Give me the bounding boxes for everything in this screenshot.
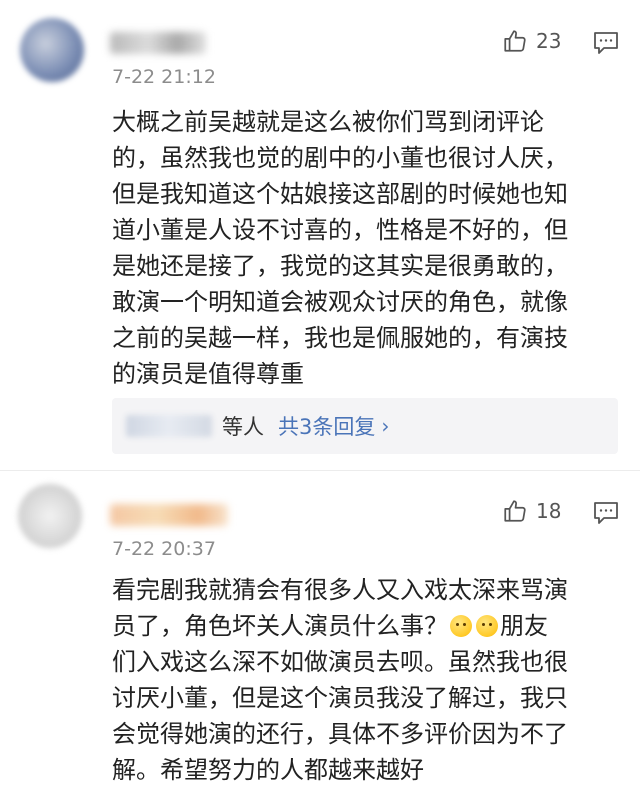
username-blurred[interactable]: [110, 504, 228, 526]
reply-suffix: 等人: [222, 415, 264, 439]
like-count: 18: [536, 499, 562, 523]
thumbs-up-icon: [504, 30, 526, 52]
comment-body: 看完剧我就猜会有很多人又入戏太深来骂演 员了，角色坏关人演员什么事？ 朋友 们入戏…: [112, 572, 618, 788]
comment-card: 7-22 20:37 18 看完剧我就猜会有很多人又入戏太深来骂演 员了，角色坏…: [0, 470, 640, 786]
comment-body: 大概之前吴越就是这么被你们骂到闭评论 的，虽然我也觉的剧中的小董也很讨人厌， 但…: [112, 108, 568, 388]
face-emoji-icon: [476, 615, 498, 637]
comment-card: 7-22 21:12 23 大概之前吴越就是这么被你们骂到闭评论 的，虽然我也觉…: [0, 0, 640, 470]
avatar[interactable]: [18, 484, 82, 548]
thumbs-up-icon: [504, 500, 526, 522]
username-blurred[interactable]: [110, 32, 206, 54]
like-count: 23: [536, 29, 562, 53]
comment-timestamp: 7-22 20:37: [112, 538, 216, 560]
replier-names-blurred: [126, 415, 212, 437]
comment-icon[interactable]: [592, 30, 620, 56]
chevron-right-icon: ›: [381, 414, 390, 438]
face-emoji-icon: [450, 615, 472, 637]
comment-timestamp: 7-22 21:12: [112, 66, 216, 88]
reply-summary[interactable]: 等人 共3条回复 ›: [112, 398, 618, 454]
avatar[interactable]: [20, 18, 84, 82]
view-replies-link[interactable]: 共3条回复 ›: [278, 411, 389, 441]
like-button[interactable]: 18: [502, 498, 561, 524]
like-button[interactable]: 23: [502, 28, 561, 54]
view-replies-label: 共3条回复: [278, 415, 376, 439]
comment-icon[interactable]: [592, 500, 620, 526]
